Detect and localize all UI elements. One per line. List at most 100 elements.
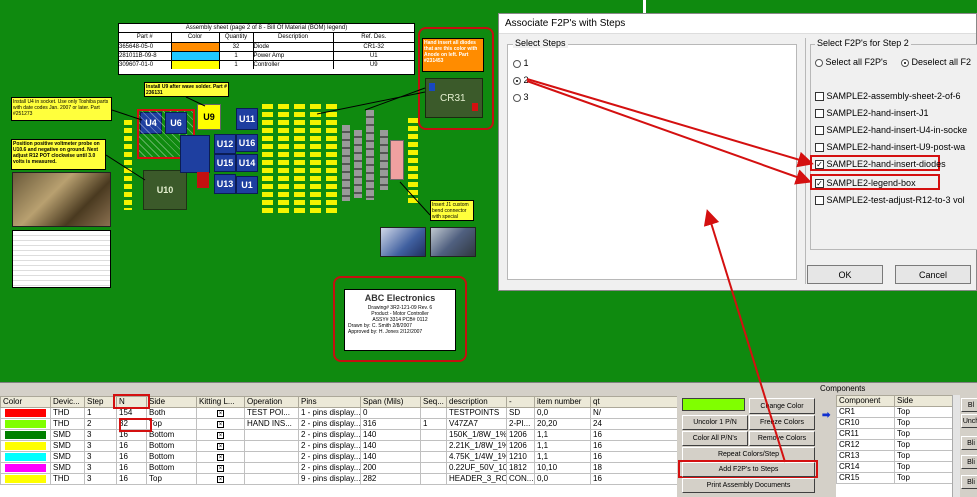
span-cell[interactable]: 140 bbox=[360, 451, 421, 463]
side-button[interactable]: Bli bbox=[961, 475, 977, 489]
table-row[interactable]: CR1 Top bbox=[836, 406, 952, 418]
grid-header[interactable]: Kitting L... bbox=[196, 396, 245, 408]
side-button[interactable]: Bl bbox=[961, 398, 977, 412]
side-cell[interactable]: Top bbox=[894, 439, 952, 451]
side-cell[interactable]: Top bbox=[894, 450, 952, 462]
description-cell[interactable]: TESTPOINTS bbox=[446, 407, 507, 419]
f2p-item[interactable]: SAMPLE2-hand-insert-J1 bbox=[815, 108, 929, 119]
component-cell[interactable]: CR10 bbox=[836, 417, 895, 429]
qty-cell[interactable]: 16 bbox=[590, 473, 677, 485]
kitting-cell[interactable]: × bbox=[196, 440, 245, 452]
side-cell[interactable]: Top bbox=[146, 473, 197, 485]
f2p-item[interactable]: SAMPLE2-hand-insert-U9-post-wa bbox=[815, 142, 965, 153]
pins-cell[interactable]: 2 - pins display... bbox=[298, 418, 361, 430]
color-all-button[interactable]: Color All P/N's bbox=[682, 431, 748, 446]
grid-header[interactable]: Side bbox=[146, 396, 197, 408]
component-cell[interactable]: CR1 bbox=[836, 406, 895, 418]
uncolor-button[interactable]: Uncolor 1 P/N bbox=[682, 415, 748, 430]
checkbox[interactable] bbox=[815, 109, 824, 119]
description-cell[interactable]: V47ZA7 bbox=[446, 418, 507, 430]
grid-header[interactable]: - bbox=[506, 396, 535, 408]
table-row[interactable]: CR11 Top bbox=[836, 428, 952, 440]
table-row[interactable]: CR15 Top bbox=[836, 472, 952, 484]
item-number-cell[interactable]: 10,10 bbox=[534, 462, 591, 474]
f2p-item[interactable]: ✓ SAMPLE2-hand-insert-diodes bbox=[815, 159, 946, 170]
dash-cell[interactable]: 1812 bbox=[506, 462, 535, 474]
operation-cell[interactable] bbox=[244, 429, 299, 441]
component-cell[interactable]: CR11 bbox=[836, 428, 895, 440]
color-cell[interactable] bbox=[0, 429, 51, 441]
grid-header[interactable]: Color bbox=[0, 396, 51, 408]
qty-cell[interactable]: 18 bbox=[590, 462, 677, 474]
color-cell[interactable] bbox=[0, 418, 51, 430]
device-cell[interactable]: SMD bbox=[50, 440, 85, 452]
checkbox[interactable] bbox=[815, 196, 824, 206]
radio-selected-icon[interactable] bbox=[513, 76, 521, 85]
kitting-cell[interactable]: × bbox=[196, 462, 245, 474]
grid-header[interactable]: Operation bbox=[244, 396, 299, 408]
pins-cell[interactable]: 9 - pins display... bbox=[298, 473, 361, 485]
side-cell[interactable]: Bottom bbox=[146, 462, 197, 474]
step-cell[interactable]: 3 bbox=[84, 440, 117, 452]
grid-header[interactable]: Devic... bbox=[50, 396, 85, 408]
step-cell[interactable]: 3 bbox=[84, 462, 117, 474]
table-row[interactable]: CR12 Top bbox=[836, 439, 952, 451]
checkbox-icon[interactable]: × bbox=[217, 421, 224, 428]
seq-cell[interactable] bbox=[420, 473, 447, 485]
item-number-cell[interactable]: 1,1 bbox=[534, 451, 591, 463]
device-cell[interactable]: THD bbox=[50, 407, 85, 419]
scrollbar[interactable] bbox=[952, 395, 960, 497]
device-cell[interactable]: THD bbox=[50, 418, 85, 430]
kitting-cell[interactable]: × bbox=[196, 418, 245, 430]
table-row[interactable]: SMD 3 16 Bottom × 2 - pins display... 14… bbox=[0, 451, 677, 463]
table-row[interactable]: THD 2 32 Top × HAND INS... 2 - pins disp… bbox=[0, 418, 677, 430]
span-cell[interactable]: 140 bbox=[360, 440, 421, 452]
step-cell[interactable]: 3 bbox=[84, 429, 117, 441]
component-cell[interactable]: CR15 bbox=[836, 472, 895, 484]
pins-cell[interactable]: 2 - pins display... bbox=[298, 440, 361, 452]
operation-cell[interactable] bbox=[244, 451, 299, 463]
step-radio-2[interactable]: 2 bbox=[513, 75, 529, 85]
color-cell[interactable] bbox=[0, 440, 51, 452]
dash-cell[interactable]: 1206 bbox=[506, 440, 535, 452]
n-cell[interactable]: 16 bbox=[116, 462, 147, 474]
side-cell[interactable]: Bottom bbox=[146, 451, 197, 463]
device-cell[interactable]: SMD bbox=[50, 429, 85, 441]
radio-icon[interactable] bbox=[815, 58, 823, 67]
grid-header[interactable]: Pins bbox=[298, 396, 361, 408]
table-row[interactable]: THD 1 154 Both × TEST POI... 1 - pins di… bbox=[0, 407, 677, 419]
f2p-item[interactable]: ✓ SAMPLE2-legend-box bbox=[815, 178, 916, 189]
checkbox-icon[interactable]: × bbox=[217, 432, 224, 439]
radio-selected-icon[interactable] bbox=[901, 58, 909, 67]
checkbox-icon[interactable]: × bbox=[217, 465, 224, 472]
step-cell[interactable]: 2 bbox=[84, 418, 117, 430]
kitting-cell[interactable]: × bbox=[196, 407, 245, 419]
side-button[interactable]: Unch bbox=[961, 414, 977, 428]
components-grid[interactable]: Component Side CR1 Top CR10 Top CR11 Top CR1… bbox=[836, 395, 952, 497]
ok-button[interactable]: OK bbox=[807, 265, 883, 284]
item-number-cell[interactable]: 0,0 bbox=[534, 473, 591, 485]
item-number-cell[interactable]: 1,1 bbox=[534, 429, 591, 441]
radio-icon[interactable] bbox=[513, 59, 521, 68]
grid-header[interactable]: Span (Mils) bbox=[360, 396, 421, 408]
f2p-item[interactable]: SAMPLE2-assembly-sheet-2-of-6 bbox=[815, 91, 961, 102]
color-swatch[interactable] bbox=[682, 398, 745, 411]
cancel-button[interactable]: Cancel bbox=[895, 265, 971, 284]
qty-cell[interactable]: N/ bbox=[590, 407, 677, 419]
description-cell[interactable]: 2.21K_1/8W_1% bbox=[446, 440, 507, 452]
checkbox-checked[interactable]: ✓ bbox=[815, 160, 824, 170]
table-row[interactable]: CR14 Top bbox=[836, 461, 952, 473]
grid-header-step[interactable]: Step bbox=[84, 396, 117, 408]
side-button[interactable]: Bli bbox=[961, 455, 977, 469]
dash-cell[interactable]: 1210 bbox=[506, 451, 535, 463]
step-cell[interactable]: 3 bbox=[84, 451, 117, 463]
device-cell[interactable]: SMD bbox=[50, 451, 85, 463]
seq-cell[interactable]: 1 bbox=[420, 418, 447, 430]
remove-colors-button[interactable]: Remove Colors bbox=[749, 431, 815, 446]
bom-grid[interactable]: Color Devic... Step N Side Kitting L... … bbox=[0, 396, 677, 497]
item-number-cell[interactable]: 20,20 bbox=[534, 418, 591, 430]
kitting-cell[interactable]: × bbox=[196, 451, 245, 463]
device-cell[interactable]: SMD bbox=[50, 462, 85, 474]
kitting-cell[interactable]: × bbox=[196, 429, 245, 441]
description-cell[interactable]: 150K_1/8W_1% bbox=[446, 429, 507, 441]
